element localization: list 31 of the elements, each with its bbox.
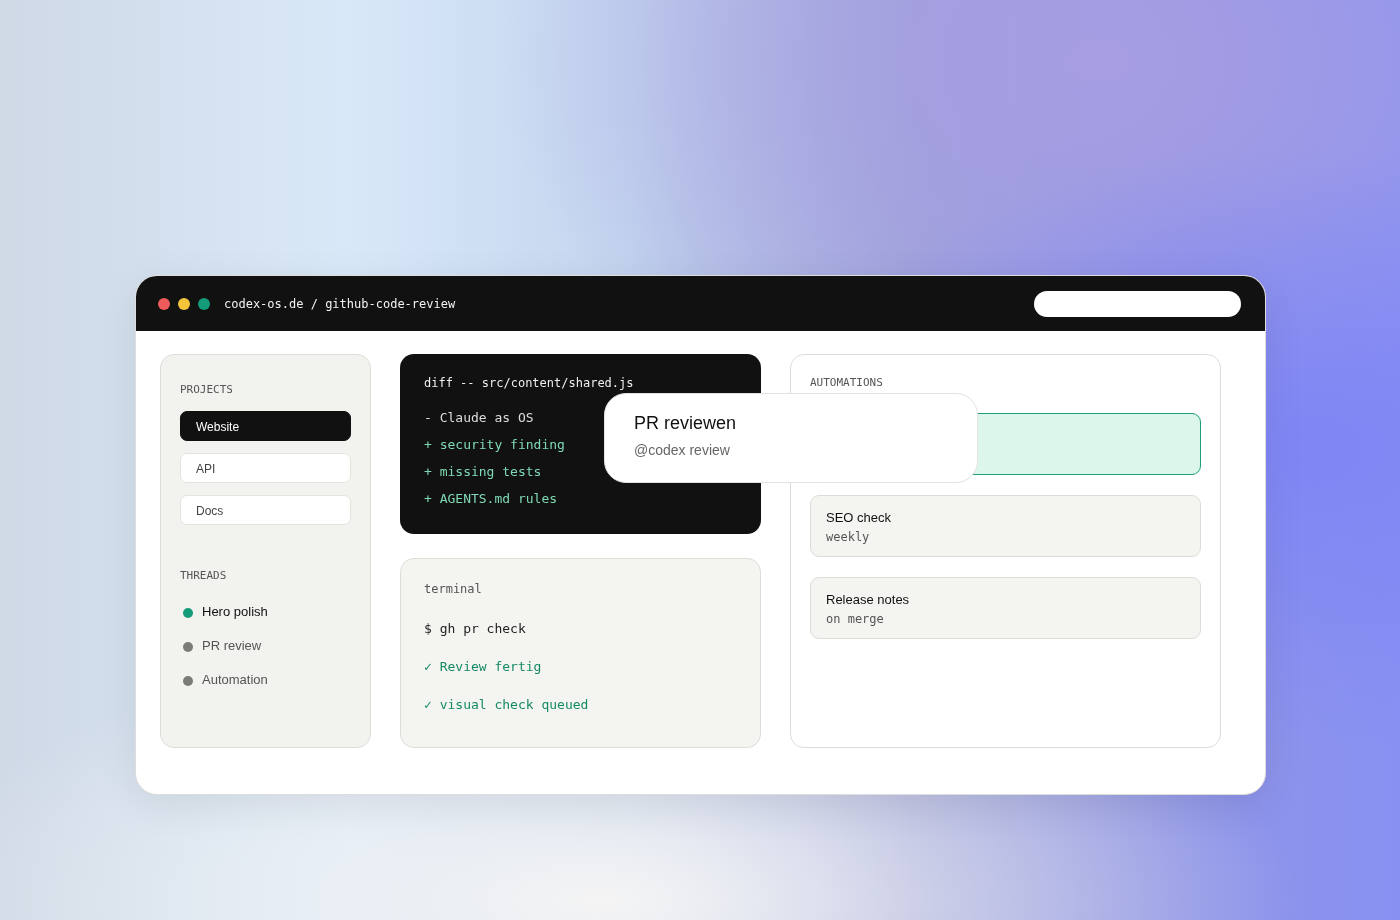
project-item[interactable]: Website — [180, 411, 351, 441]
automation-schedule: weekly — [826, 530, 871, 544]
automation-name: Release notes — [826, 592, 911, 607]
diff-line: - Claude as OS — [424, 409, 534, 427]
automation-card[interactable]: Release notes on merge — [810, 577, 1201, 639]
diff-line: + AGENTS.md rules — [424, 490, 558, 508]
search-field[interactable] — [1034, 290, 1241, 317]
terminal-line: ✓ visual check queued — [424, 696, 590, 714]
terminal-title: terminal — [424, 582, 483, 596]
diff-line: + missing tests — [424, 463, 542, 481]
diff-line: + security finding — [424, 436, 565, 454]
section-heading: PROJECTS — [180, 383, 234, 396]
project-item[interactable]: Docs — [180, 495, 351, 525]
project-item[interactable]: API — [180, 453, 351, 483]
thread-item[interactable]: Automation — [202, 671, 268, 687]
maximize-button[interactable] — [198, 297, 210, 310]
automation-schedule: on merge — [826, 612, 885, 626]
terminal-line: ✓ Review fertig — [424, 658, 543, 676]
terminal-line: $ gh pr check — [424, 620, 527, 638]
automation-name: SEO check — [826, 510, 893, 525]
popup-title: PR reviewen — [634, 413, 738, 434]
section-heading: THREADS — [180, 569, 228, 582]
automation-card[interactable]: SEO check weekly — [810, 495, 1201, 557]
close-button[interactable] — [158, 297, 170, 310]
diff-header: diff -- src/content/shared.js — [424, 376, 635, 390]
thread-item[interactable]: Hero polish — [202, 603, 268, 619]
popup-subtitle: @codex review — [634, 442, 731, 458]
window-path: codex-os.de / github-code-review — [224, 296, 456, 311]
section-heading: AUTOMATIONS — [810, 376, 884, 388]
minimize-button[interactable] — [178, 297, 190, 310]
thread-item[interactable]: PR review — [202, 637, 262, 653]
